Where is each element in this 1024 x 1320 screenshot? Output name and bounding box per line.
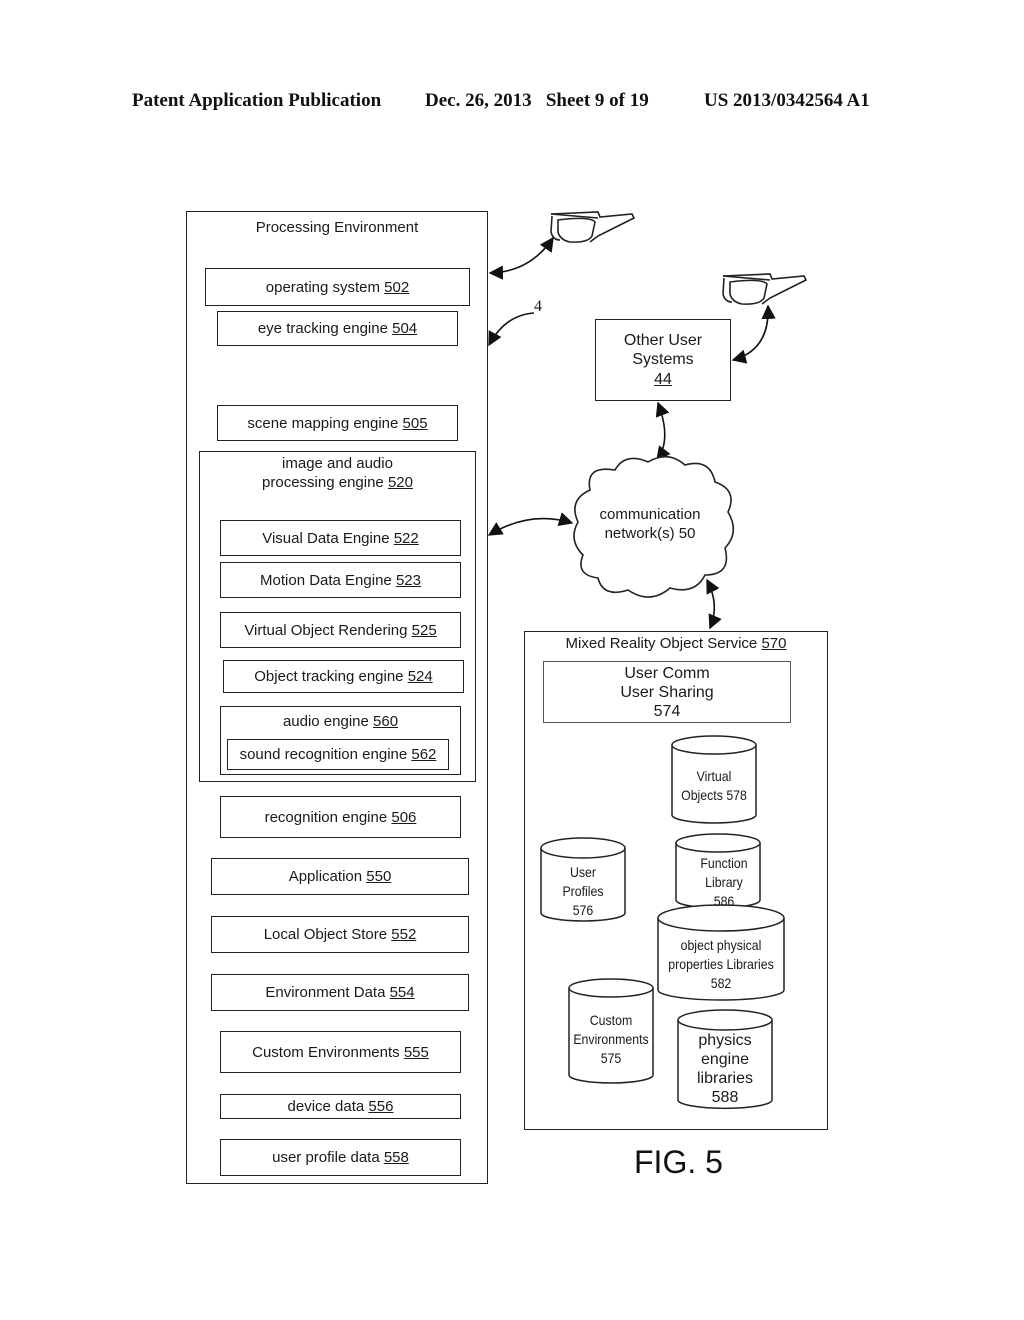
virtual-object-rendering-box: Virtual Object Rendering 525: [220, 612, 461, 648]
module-label: Local Object Store: [263, 926, 392, 943]
network-line2: network(s) 50: [604, 525, 696, 542]
arrow-other-users-network: [655, 401, 671, 462]
glasses-icon-1: [550, 211, 636, 243]
ref-number: 505: [402, 414, 428, 432]
module-label: Custom Environments: [252, 1043, 404, 1061]
engine-title-line1: image and audio: [282, 455, 393, 472]
local-object-store-box: Local Object Store 552: [211, 916, 469, 953]
module-label: device data: [287, 1098, 369, 1115]
sound-recognition-engine-box: sound recognition engine 562: [227, 739, 449, 770]
arrow-network-service: [706, 578, 722, 630]
publication-label: Patent Application Publication: [132, 90, 382, 111]
ref-number: 522: [393, 529, 419, 547]
custom-environments-box: Custom Environments 555: [220, 1031, 461, 1073]
environment-data-box: Environment Data 554: [211, 974, 469, 1011]
service-title: Mixed Reality Object Service 570: [565, 635, 787, 652]
diagram-graphics: [487, 211, 808, 1110]
physics-engine-libraries-label: physics engine libraries 588: [696, 1032, 753, 1106]
other-user-systems-box: Other User Systems 44: [595, 319, 731, 401]
module-label: sound recognition engine: [239, 746, 412, 763]
object-tracking-engine-box: Object tracking engine 524: [223, 660, 464, 693]
audio-engine-label: audio engine 560: [282, 713, 399, 730]
module-label: eye tracking engine: [257, 320, 393, 337]
application-box: Application 550: [211, 858, 469, 895]
ref-number: 506: [391, 808, 417, 826]
figure-label: FIG. 5: [634, 1144, 723, 1180]
custom-environments-label: Custom Environments 575: [573, 1012, 649, 1066]
device-data-box: device data 556: [220, 1094, 461, 1119]
user-comm-line3: 574: [653, 703, 681, 720]
ref-label-4: 4: [534, 298, 542, 315]
ref-number: 558: [383, 1149, 409, 1166]
recognition-engine-box: recognition engine 506: [220, 796, 461, 838]
other-user-line2: Systems: [632, 351, 694, 368]
virtual-objects-label: Virtual Objects 578: [681, 768, 747, 803]
ref-number: 550: [366, 868, 392, 885]
module-label: Environment Data: [265, 984, 390, 1001]
module-label: Virtual Object Rendering: [244, 621, 412, 639]
processing-environment-title: Processing Environment: [255, 219, 419, 236]
scene-mapping-engine-box: scene mapping engine 505: [217, 405, 458, 441]
module-label: Object tracking engine: [254, 668, 408, 685]
ref-number: 524: [407, 668, 433, 685]
ref-number: 562: [411, 746, 437, 763]
user-profile-data-box: user profile data 558: [220, 1139, 461, 1176]
user-comm-line2: User Sharing: [620, 684, 714, 701]
eye-tracking-engine-box: eye tracking engine 504: [217, 311, 458, 346]
glasses-icon-2: [722, 273, 808, 305]
ref-number: 504: [392, 320, 418, 337]
ref-number: 525: [411, 621, 437, 639]
ref-number: 523: [395, 571, 421, 589]
module-label: Application: [288, 868, 367, 885]
ref-number: 555: [403, 1043, 429, 1061]
date-sheet-label: Dec. 26, 2013 Sheet 9 of 19: [425, 90, 649, 111]
module-label: scene mapping engine: [247, 414, 403, 432]
other-user-line1: Other User: [623, 332, 703, 349]
module-label: Visual Data Engine: [262, 529, 394, 547]
object-physical-properties-label: object physical properties Libraries 582: [668, 937, 774, 991]
other-user-num: 44: [654, 371, 672, 388]
visual-data-engine-box: Visual Data Engine 522: [220, 520, 461, 556]
user-profiles-label: User Profiles 576: [562, 864, 604, 918]
module-label: recognition engine: [264, 808, 392, 826]
arrow-glasses-other-users: [731, 304, 776, 364]
ref-number: 552: [391, 926, 417, 943]
ref-number: 556: [368, 1098, 394, 1115]
function-library-label: Function Library 586: [700, 855, 748, 909]
ref-number: 502: [384, 278, 410, 296]
user-comm-sharing-box: User Comm User Sharing 574: [543, 661, 791, 723]
module-label: operating system: [265, 278, 385, 296]
network-line1: communication: [599, 506, 701, 523]
arrow-processing-network: [487, 512, 574, 536]
arrow-ref-4: [488, 312, 535, 347]
motion-data-engine-box: Motion Data Engine 523: [220, 562, 461, 598]
operating-system-box: operating system 502: [205, 268, 470, 306]
engine-title-line2: processing engine 520: [262, 474, 413, 491]
user-comm-line1: User Comm: [624, 665, 710, 682]
patent-number: US 2013/0342564 A1: [704, 90, 870, 111]
module-label: user profile data: [272, 1149, 384, 1166]
arrow-glasses-processing: [488, 236, 554, 280]
ref-number: 554: [389, 984, 415, 1001]
module-label: Motion Data Engine: [260, 571, 396, 589]
